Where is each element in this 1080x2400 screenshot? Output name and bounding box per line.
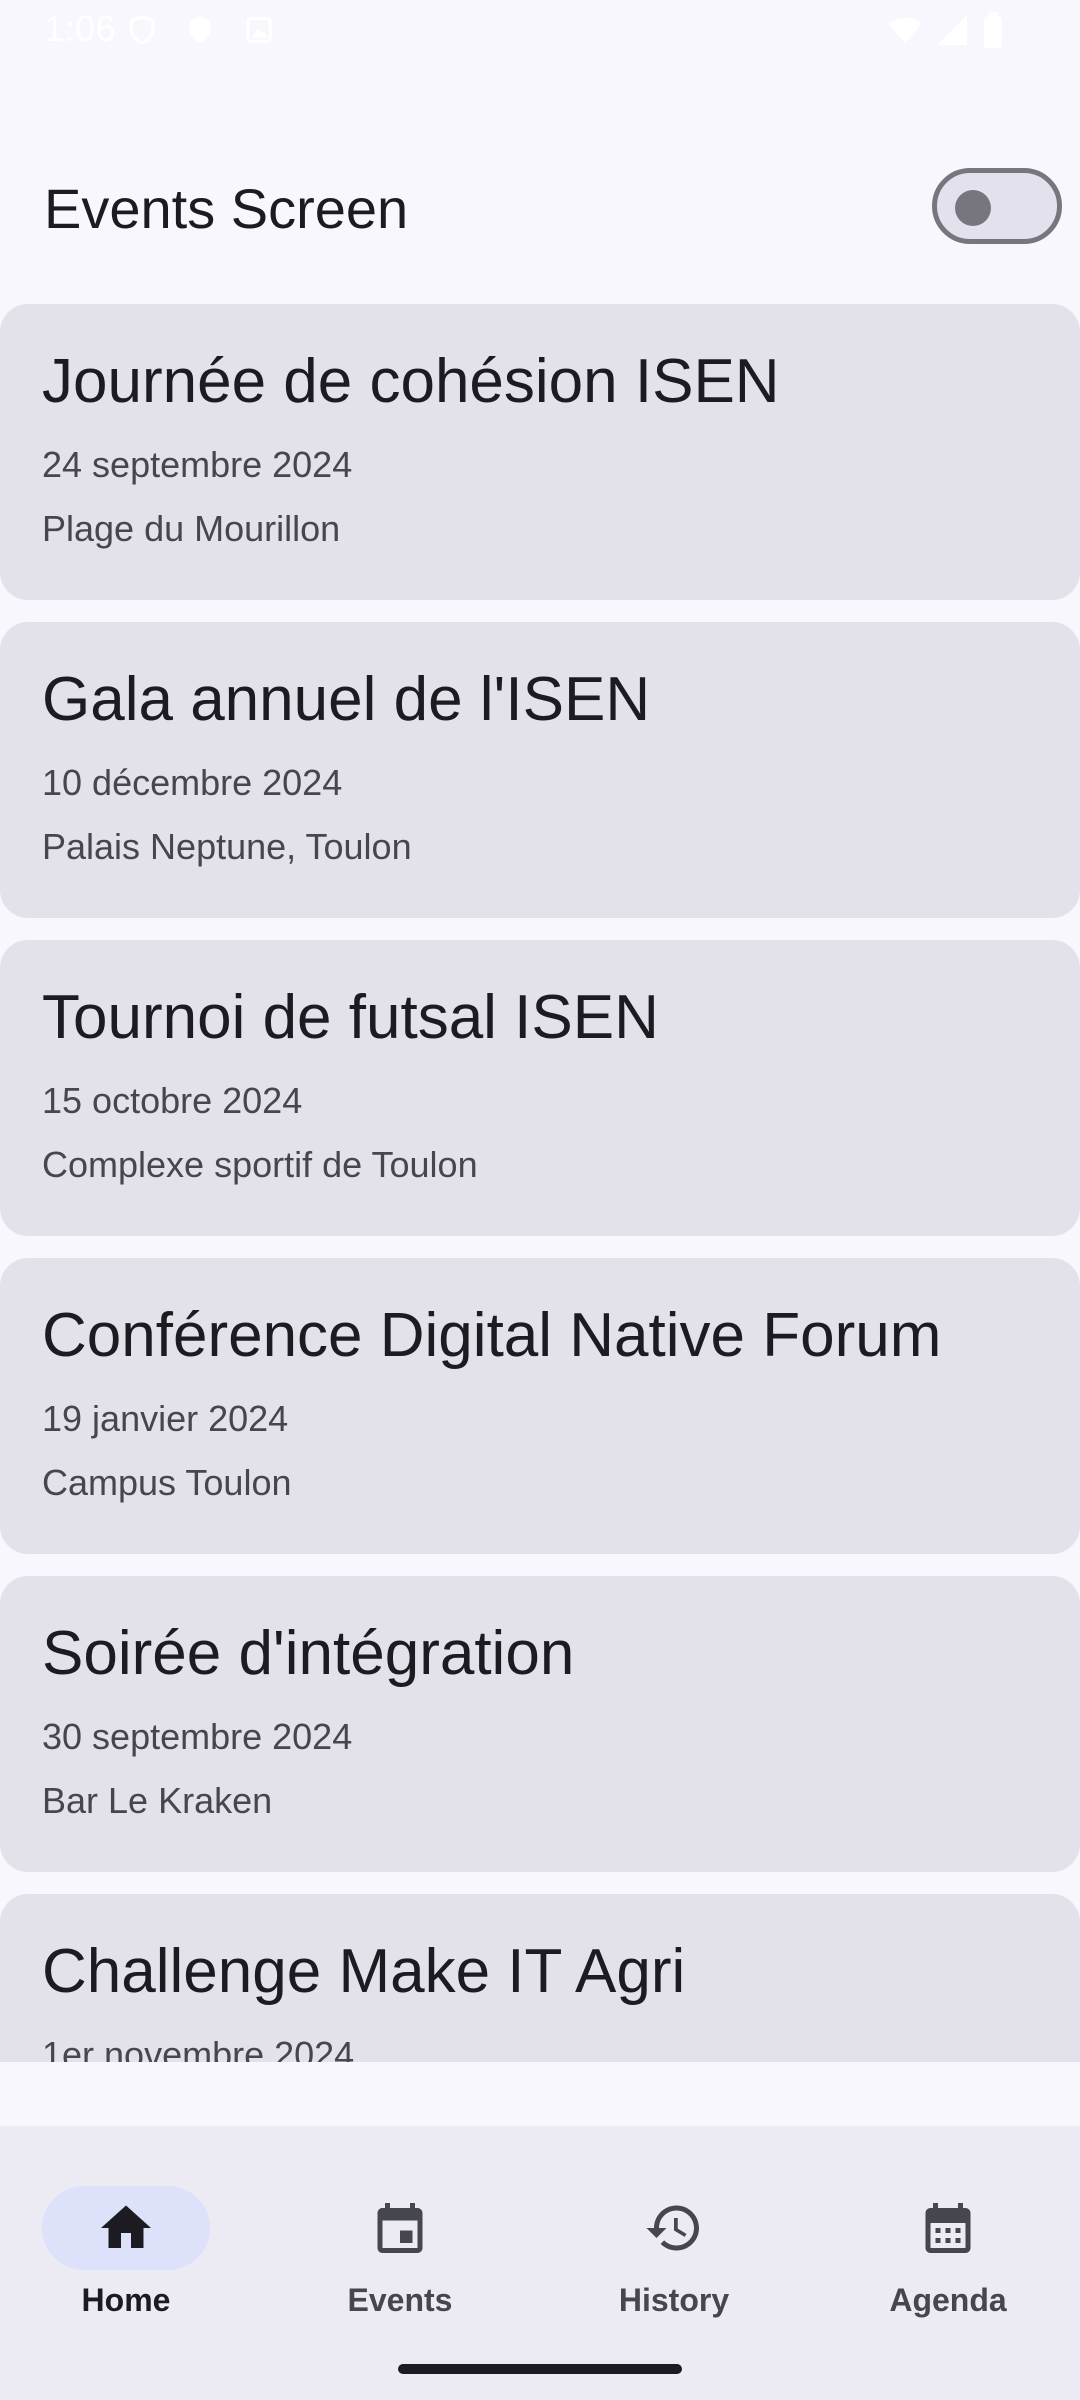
nav-label-agenda: Agenda — [889, 2282, 1007, 2318]
event-date: 30 septembre 2024 — [42, 1716, 353, 1757]
event-title: Journée de cohésion ISEN — [42, 347, 780, 416]
wifi-icon — [888, 17, 922, 44]
event-card[interactable]: Tournoi de futsal ISEN 15 octobre 2024 C… — [0, 940, 1080, 1236]
event-date: 19 janvier 2024 — [42, 1398, 289, 1439]
home-icon — [101, 2205, 151, 2248]
event-list[interactable]: Journée de cohésion ISEN 24 septembre 20… — [0, 304, 1080, 2062]
event-location: Plage du Mourillon — [42, 508, 341, 549]
theme-toggle-switch[interactable] — [932, 168, 1062, 244]
nav-label-history: History — [618, 2282, 730, 2318]
event-title: Soirée d'intégration — [42, 1619, 575, 1688]
page-title: Events Screen — [44, 177, 409, 240]
event-date: 10 décembre 2024 — [42, 762, 343, 803]
event-location: Campus Toulon — [42, 1462, 292, 1503]
event-date: 1er novembre 2024 — [42, 2034, 355, 2062]
shield-icon — [129, 14, 155, 46]
event-date: 24 septembre 2024 — [42, 444, 353, 485]
nav-label-events: Events — [347, 2282, 453, 2318]
event-title: Challenge Make IT Agri — [42, 1937, 686, 2006]
event-card[interactable]: Gala annuel de l'ISEN 10 décembre 2024 P… — [0, 622, 1080, 918]
shield-account-icon — [189, 16, 211, 44]
event-card[interactable]: Journée de cohésion ISEN 24 septembre 20… — [0, 304, 1080, 600]
event-card[interactable]: Challenge Make IT Agri 1er novembre 2024 — [0, 1894, 1080, 2062]
nav-item-events[interactable]: Events — [274, 2156, 544, 2326]
event-title: Gala annuel de l'ISEN — [42, 665, 651, 734]
event-card[interactable]: Soirée d'intégration 30 septembre 2024 B… — [0, 1576, 1080, 1872]
event-location: Complexe sportif de Toulon — [42, 1144, 478, 1185]
gesture-home-indicator[interactable] — [398, 2364, 682, 2374]
status-time: 1:06 — [44, 8, 117, 49]
event-location: Bar Le Kraken — [42, 1780, 273, 1821]
event-location: Palais Neptune, Toulon — [42, 826, 412, 867]
calendar-icon — [377, 2203, 423, 2253]
event-date: 15 octobre 2024 — [42, 1080, 303, 1121]
event-title: Tournoi de futsal ISEN — [42, 983, 659, 1052]
app-bar: Events Screen — [0, 150, 1080, 270]
bottom-navigation: Home Events History Agenda — [0, 2126, 1080, 2400]
nav-item-history[interactable]: History — [548, 2156, 818, 2326]
signal-icon — [937, 15, 967, 45]
history-icon — [646, 2205, 699, 2251]
toggle-thumb — [955, 190, 991, 226]
calendar-month-icon — [925, 2203, 971, 2253]
nav-label-home: Home — [81, 2282, 171, 2318]
battery-icon — [984, 12, 1002, 48]
event-title: Conférence Digital Native Forum — [42, 1301, 942, 1370]
event-card[interactable]: Conférence Digital Native Forum 19 janvi… — [0, 1258, 1080, 1554]
nav-item-home[interactable]: Home — [0, 2156, 270, 2326]
status-bar: 1:06 — [0, 0, 1080, 62]
photo-icon — [246, 17, 272, 43]
nav-item-agenda[interactable]: Agenda — [822, 2156, 1080, 2326]
